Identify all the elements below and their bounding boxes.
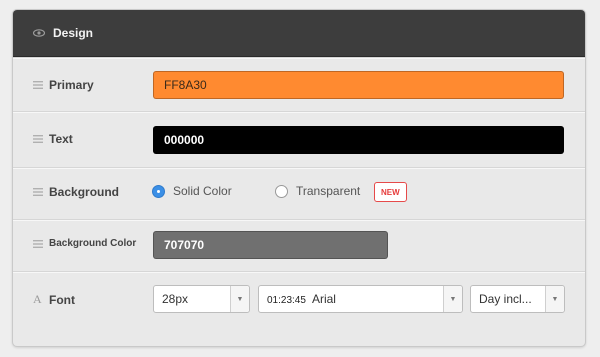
background-color-value: 707070: [164, 238, 205, 252]
background-color-row: Background Color 707070: [13, 219, 585, 271]
background-label: Background: [49, 185, 120, 199]
dropdown-arrow-icon[interactable]: ▼: [443, 286, 462, 312]
background-color-input[interactable]: 707070: [153, 231, 388, 259]
primary-color-value: FF8A30: [164, 78, 207, 92]
radio-solid-color-label: Solid Color: [173, 184, 232, 198]
font-icon: A: [33, 292, 42, 306]
day-select[interactable]: Day incl... ▼: [470, 285, 565, 313]
eye-icon: [33, 29, 45, 37]
panel-title: Design: [53, 26, 94, 40]
font-label-group: A Font: [33, 292, 75, 307]
font-size-value: 28px: [162, 292, 189, 306]
text-label: Text: [49, 132, 73, 146]
text-color-input[interactable]: 000000: [153, 126, 564, 154]
design-panel: Design Primary FF8A30 Text 000000 Backgr…: [12, 9, 586, 347]
text-label-group: Text: [33, 132, 73, 146]
font-family-select[interactable]: 01:23:45 Arial ▼: [258, 285, 463, 313]
text-row: Text 000000: [13, 111, 585, 167]
radio-selected-icon: [152, 184, 165, 198]
font-family-value: Arial: [311, 292, 336, 306]
dropdown-arrow-icon[interactable]: ▼: [230, 286, 249, 312]
background-row: Background Solid Color Transparent NEW: [13, 167, 585, 219]
new-badge: NEW: [374, 182, 407, 202]
dropdown-arrow-icon[interactable]: ▼: [545, 286, 564, 312]
primary-label-group: Primary: [33, 78, 94, 92]
background-color-label-group: Background Color: [33, 238, 136, 249]
radio-transparent-label: Transparent: [296, 184, 361, 198]
font-time: 01:23:45: [267, 295, 306, 306]
lines-icon: [33, 81, 43, 89]
font-row: A Font 28px ▼ 01:23:45 Arial ▼ Day incl..…: [13, 271, 585, 346]
primary-color-input[interactable]: FF8A30: [153, 71, 564, 99]
font-label: Font: [49, 292, 75, 307]
primary-row: Primary FF8A30: [13, 57, 585, 111]
lines-icon: [33, 135, 43, 143]
text-color-value: 000000: [164, 133, 205, 147]
panel-header: Design: [13, 10, 585, 57]
background-label-group: Background: [33, 185, 119, 199]
background-color-label: Background Color: [49, 238, 137, 249]
font-size-select[interactable]: 28px ▼: [153, 285, 250, 313]
radio-unselected-icon: [275, 184, 288, 198]
lines-icon: [33, 239, 43, 248]
radio-transparent[interactable]: Transparent: [275, 184, 360, 198]
font-family-display: 01:23:45 Arial: [259, 292, 443, 306]
radio-solid-color[interactable]: Solid Color: [152, 184, 232, 198]
day-value: Day incl...: [479, 292, 532, 306]
lines-icon: [33, 188, 43, 196]
primary-label: Primary: [49, 78, 94, 92]
